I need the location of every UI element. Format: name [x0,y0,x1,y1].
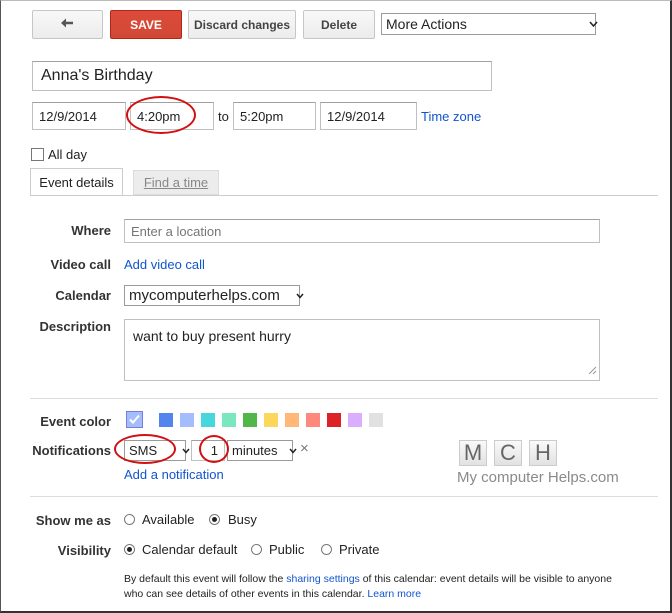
end-date-input[interactable]: 12/9/2014 [320,102,417,130]
color-swatch[interactable] [222,413,236,427]
color-swatch[interactable] [201,413,215,427]
notification-unit-value: minutes [232,443,278,458]
watermark-letter-h: H [529,440,557,466]
all-day-checkbox[interactable] [31,148,44,161]
video-call-label: Video call [50,257,111,272]
sms-highlight-circle [114,434,176,464]
color-swatch-selected[interactable] [126,411,143,428]
more-actions-label: More Actions [386,16,467,32]
busy-label: Busy [228,512,257,527]
add-video-call-link[interactable]: Add video call [124,257,205,272]
public-label: Public [269,542,305,557]
back-arrow-icon [60,17,76,32]
where-input[interactable] [124,219,600,243]
radio-calendar-default[interactable] [124,544,135,555]
event-color-label: Event color [40,414,111,429]
more-actions-dropdown[interactable]: More Actions [381,13,598,35]
end-time-input[interactable]: 5:20pm [233,102,316,130]
add-notification-link[interactable]: Add a notification [124,467,224,482]
description-label: Description [39,319,111,334]
event-title-input[interactable]: Anna's Birthday [32,61,492,91]
color-swatch[interactable] [306,413,320,427]
visibility-note: By default this event will follow the sh… [124,572,664,602]
radio-public[interactable] [251,544,262,555]
notification-unit-select[interactable]: minutes [227,440,297,461]
section-divider-1 [30,398,658,399]
back-button[interactable] [32,10,103,39]
color-swatch[interactable] [159,413,173,427]
color-swatch[interactable] [348,413,362,427]
calendar-select[interactable]: mycomputerhelps.com [124,285,304,306]
calendar-select-value: mycomputerhelps.com [129,287,280,304]
note-text-3: who can see details of other events in t… [124,588,368,600]
tab-divider [30,195,658,196]
color-swatch[interactable] [180,413,194,427]
resize-handle-icon[interactable] [587,363,597,378]
amount-highlight-circle [199,435,229,463]
time-zone-link[interactable]: Time zone [421,109,481,124]
radio-busy[interactable] [209,514,220,525]
calendar-label: Calendar [55,288,111,303]
all-day-label: All day [48,147,88,162]
section-divider-2 [30,496,658,497]
tab-find-a-time[interactable]: Find a time [133,170,219,195]
color-swatch[interactable] [243,413,257,427]
where-label: Where [71,223,111,238]
sharing-settings-link[interactable]: sharing settings [286,573,360,585]
save-button[interactable]: SAVE [110,10,182,39]
watermark-letter-c: C [494,440,522,466]
checkmark-icon [127,414,142,430]
discard-changes-button[interactable]: Discard changes [188,10,296,39]
watermark-letter-m: M [459,440,487,466]
color-swatch[interactable] [285,413,299,427]
description-text: want to buy present hurry [133,328,291,344]
calendar-default-label: Calendar default [142,542,238,557]
remove-notification-icon[interactable]: × [300,440,309,457]
to-label: to [218,109,229,124]
color-swatch[interactable] [264,413,278,427]
note-text-2: of this calendar: event details will be … [359,573,612,585]
delete-button[interactable]: Delete [303,10,375,39]
tab-event-details-label: Event details [39,175,114,190]
description-textarea[interactable]: want to buy present hurry [124,319,600,381]
notifications-label: Notifications [32,443,111,458]
tab-event-details[interactable]: Event details [30,168,123,196]
radio-available[interactable] [124,514,135,525]
start-time-highlight-circle [126,96,196,134]
start-date-input[interactable]: 12/9/2014 [32,102,126,130]
color-swatch[interactable] [369,413,383,427]
note-text-1: By default this event will follow the [124,573,287,585]
color-swatch[interactable] [327,413,341,427]
available-label: Available [142,512,195,527]
private-label: Private [339,542,380,557]
tab-find-a-time-label: Find a time [143,175,209,190]
radio-private[interactable] [321,544,332,555]
learn-more-link[interactable]: Learn more [367,588,421,600]
show-me-as-label: Show me as [35,513,111,528]
watermark-text: My computer Helps.com [457,469,619,486]
visibility-label: Visibility [57,543,111,558]
